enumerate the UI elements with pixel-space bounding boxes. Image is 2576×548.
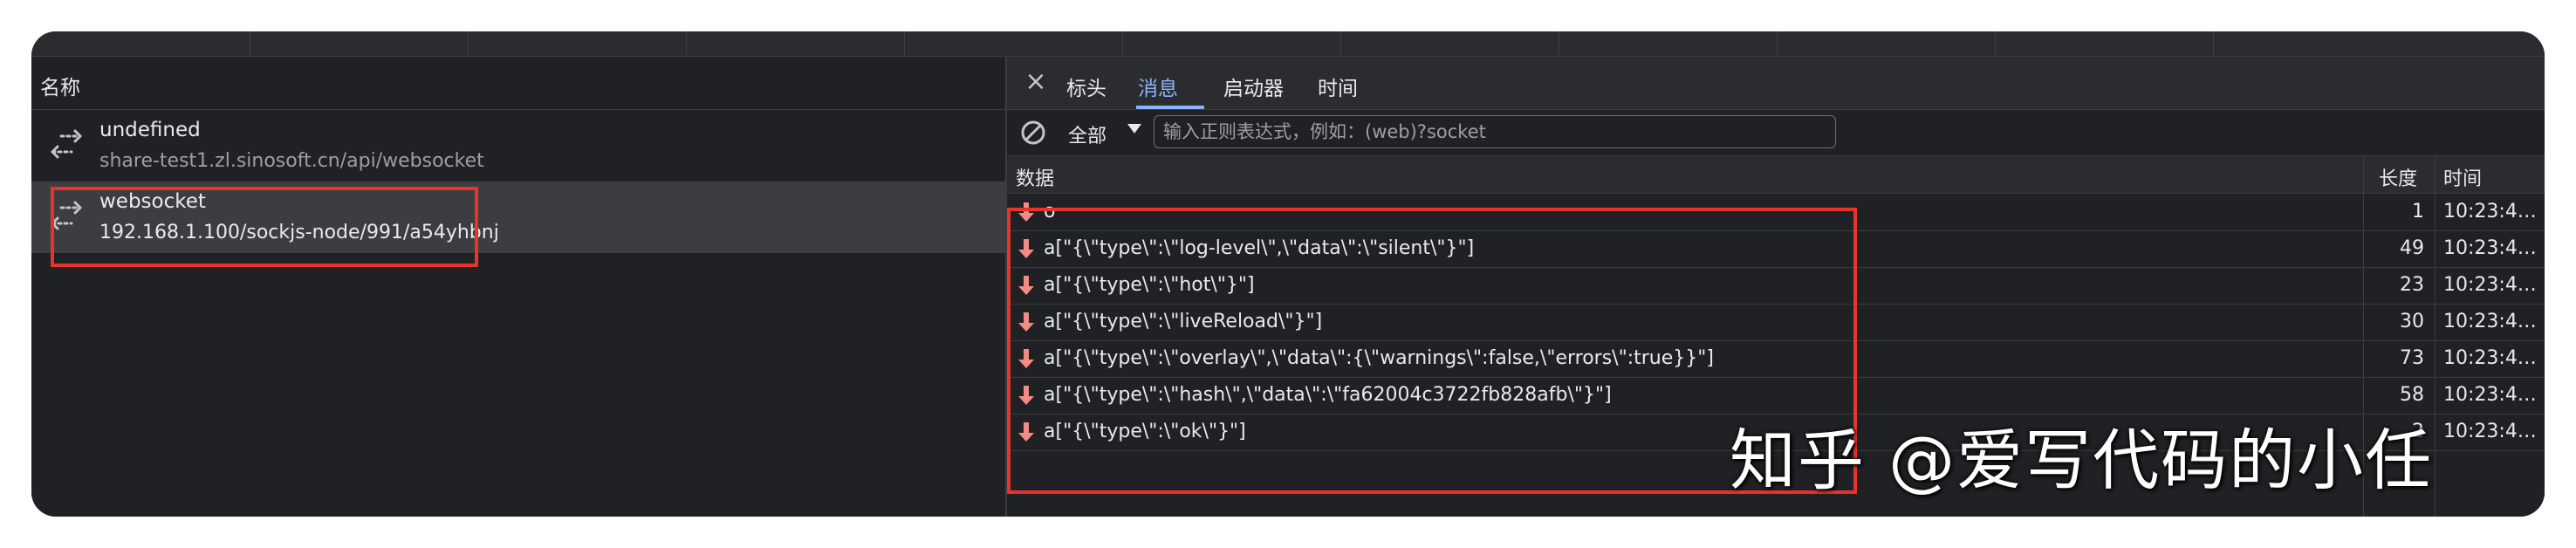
- name-column-header[interactable]: 名称: [31, 57, 1005, 110]
- detail-tabbar: × 标头 消息 启动器 时间: [1007, 57, 2545, 110]
- request-name: undefined: [99, 119, 201, 141]
- websocket-arrows-icon: [51, 129, 82, 159]
- message-filter-bar: 全部: [1007, 110, 2545, 156]
- devtools-window: 名称 undefined share-test1.zl.sinosoft.cn/…: [31, 31, 2545, 517]
- request-list: 名称 undefined share-test1.zl.sinosoft.cn/…: [31, 57, 1005, 517]
- request-url: share-test1.zl.sinosoft.cn/api/websocket: [99, 150, 484, 172]
- tab-timing[interactable]: 时间: [1318, 72, 1358, 101]
- message-filter-input[interactable]: [1154, 115, 1836, 148]
- length-column-header[interactable]: 长度: [2379, 163, 2417, 191]
- message-time: 10:23:4…: [2443, 201, 2537, 223]
- message-length: 73: [2400, 347, 2424, 369]
- tab-initiator[interactable]: 启动器: [1223, 72, 1284, 101]
- tab-headers[interactable]: 标头: [1066, 72, 1106, 101]
- message-length: 58: [2400, 384, 2424, 406]
- message-length: 30: [2400, 311, 2424, 332]
- annotation-highlight-request: [51, 187, 478, 267]
- watermark: 知乎 @爱写代码的小任: [1730, 421, 2434, 499]
- message-time: 10:23:4…: [2443, 237, 2537, 259]
- data-column-header[interactable]: 数据: [1016, 163, 1054, 191]
- caret-down-icon[interactable]: [1127, 124, 1141, 134]
- message-type-select[interactable]: 全部: [1068, 120, 1106, 148]
- timeline-overview[interactable]: [31, 31, 2545, 57]
- message-time: 10:23:4…: [2443, 421, 2537, 442]
- message-time: 10:23:4…: [2443, 311, 2537, 332]
- active-tab-indicator: [1136, 106, 1204, 109]
- message-time: 10:23:4…: [2443, 384, 2537, 406]
- message-length: 23: [2400, 274, 2424, 296]
- block-icon[interactable]: [1019, 119, 1047, 147]
- message-time: 10:23:4…: [2443, 274, 2537, 296]
- request-row-undefined[interactable]: undefined share-test1.zl.sinosoft.cn/api…: [31, 110, 1005, 182]
- message-time: 10:23:4…: [2443, 347, 2537, 369]
- messages-grid-header: 数据 长度 时间: [1007, 156, 2545, 194]
- message-length: 49: [2400, 237, 2424, 259]
- close-icon[interactable]: ×: [1023, 69, 1049, 95]
- time-column-header[interactable]: 时间: [2443, 163, 2482, 191]
- tab-messages[interactable]: 消息: [1138, 72, 1178, 101]
- name-column-label: 名称: [40, 77, 80, 99]
- message-length: 1: [2412, 201, 2424, 223]
